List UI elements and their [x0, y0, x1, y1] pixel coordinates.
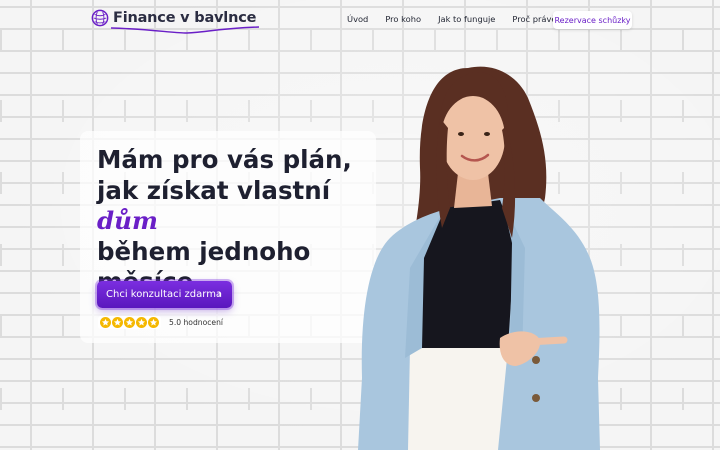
rating: 5.0 hodnocení	[98, 316, 223, 329]
headline-line-1: Mám pro vás plán,	[97, 145, 352, 174]
booking-button[interactable]: Rezervace schůzky	[553, 11, 632, 29]
advisor-photo	[358, 66, 600, 450]
rating-stars	[98, 316, 161, 329]
brand-name: Finance v bavlnce	[113, 10, 257, 26]
cta-label: Chci konzultaci zdarma	[106, 289, 223, 300]
nav-link-pro-koho[interactable]: Pro koho	[385, 14, 421, 24]
star-icon	[100, 317, 111, 328]
brand-logo[interactable]: Finance v bavlnce	[91, 9, 259, 34]
star-icon	[136, 317, 147, 328]
hero-headline: Mám pro vás plán, jak získat vlastní dům…	[97, 145, 387, 298]
top-navigation: Finance v bavlnce Úvod Pro koho Jak to f…	[0, 0, 720, 40]
nav-link-jak-to-funguje[interactable]: Jak to funguje	[438, 14, 495, 24]
nav-link-uvod[interactable]: Úvod	[347, 14, 368, 24]
yarn-ball-icon	[91, 9, 109, 27]
headline-highlight: dům	[97, 206, 158, 235]
headline-line-3: během jednoho	[97, 236, 311, 266]
star-icon	[124, 317, 135, 328]
brand-underline-swoosh	[111, 26, 259, 34]
rating-text: 5.0 hodnocení	[169, 318, 223, 327]
free-consultation-button[interactable]: Chci konzultaci zdarma ›	[97, 281, 232, 308]
headline-line-2: jak získat vlastní	[97, 175, 331, 205]
chevron-right-icon: ›	[217, 287, 222, 300]
star-icon	[148, 317, 159, 328]
nav-links: Úvod Pro koho Jak to funguje Proč právě …	[347, 14, 584, 24]
star-icon	[112, 317, 123, 328]
